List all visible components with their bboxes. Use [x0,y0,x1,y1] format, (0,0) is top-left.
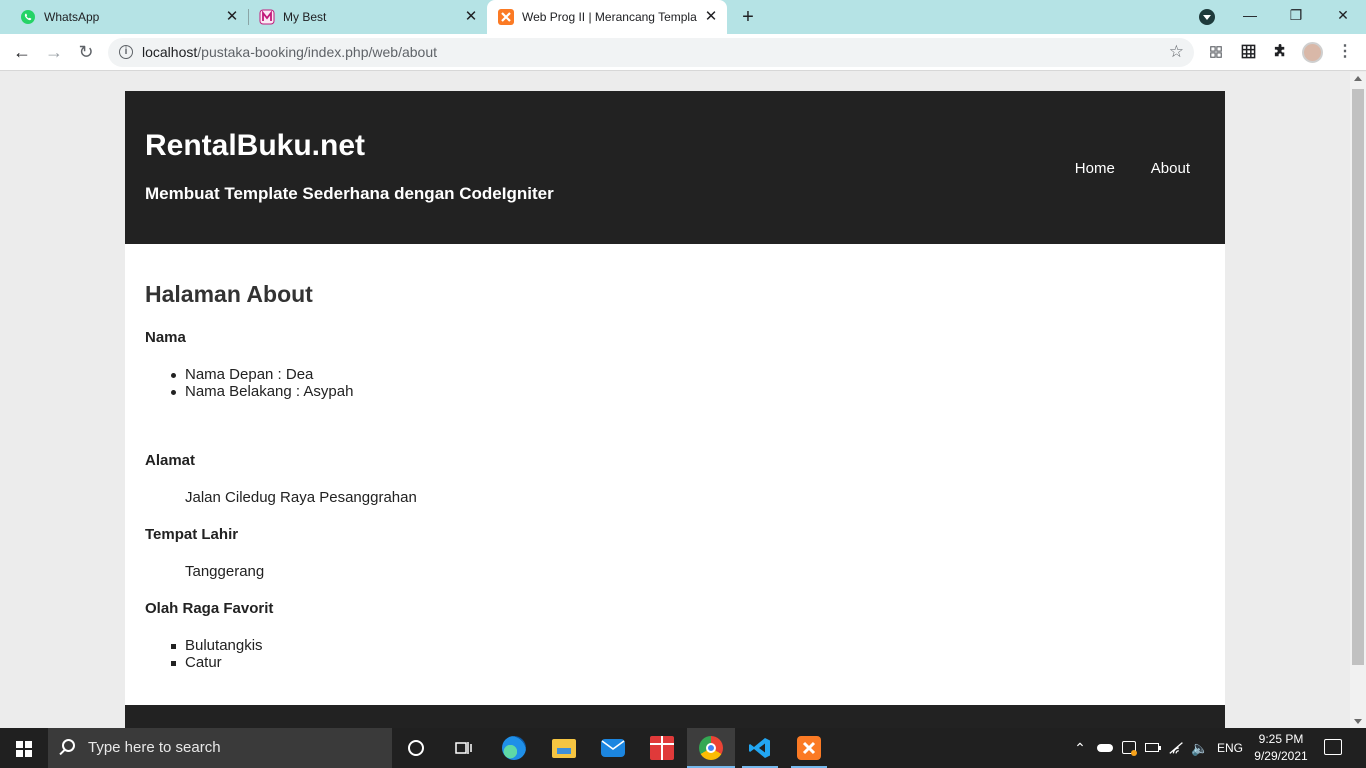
battery-icon[interactable] [1142,728,1164,768]
site-subtitle: Membuat Template Sederhana dengan CodeIg… [145,184,554,203]
close-window-button[interactable]: ✕ [1320,0,1366,30]
forward-icon[interactable]: → [42,40,66,64]
scroll-down-icon[interactable] [1354,719,1362,724]
system-clock[interactable]: 9:25 PM 9/29/2021 [1248,731,1314,765]
volume-icon[interactable]: 🔈 [1189,728,1211,768]
olahraga-label: Olah Raga Favorit [145,600,274,617]
url-path: /pustaka-booking/index.php/web/about [197,44,437,60]
mail-icon[interactable] [589,728,637,768]
tab-my-best[interactable]: My Best ✕ [239,0,487,34]
onedrive-icon[interactable] [1094,728,1116,768]
browser-menu-icon[interactable]: ⋮ [1337,42,1353,62]
search-icon [62,739,75,752]
url-host: localhost [142,44,198,60]
list-item: Nama Belakang : Asypah [170,383,354,400]
language-indicator[interactable]: ENG [1214,728,1246,768]
site-title: RentalBuku.net [145,129,366,162]
clock-time: 9:25 PM [1258,732,1304,746]
tab-strip: WhatsApp ✕ My Best ✕ Web Prog II | Meran… [0,0,1366,34]
security-icon[interactable] [1118,728,1140,768]
tempat-lahir-value: Tanggerang [185,563,265,580]
edge-icon[interactable] [490,728,538,768]
wifi-icon[interactable] [1166,728,1188,768]
nav-home-link[interactable]: Home [1075,160,1115,177]
alamat-label: Alamat [145,452,196,469]
page-viewport: RentalBuku.net Membuat Template Sederhan… [0,72,1350,728]
xampp-taskbar-icon[interactable] [785,728,833,768]
taskbar: Type here to search ⌃ 🔈 ENG 9:25 PM 9/29… [0,728,1366,768]
scrollbar-thumb[interactable] [1352,89,1364,665]
gift-icon[interactable] [638,728,686,768]
cortana-icon[interactable] [392,728,440,768]
windows-logo-icon [16,741,32,757]
tab-title: Web Prog II | Merancang Templa [522,10,697,24]
page-title: Halaman About [145,281,313,307]
site-header: RentalBuku.net Membuat Template Sederhan… [125,91,1225,244]
restore-button[interactable]: ❐ [1273,0,1319,30]
start-button[interactable] [0,728,48,768]
close-icon[interactable]: ✕ [463,9,479,25]
alamat-value: Jalan Ciledug Raya Pesanggrahan [185,489,417,506]
clock-date: 9/29/2021 [1254,749,1308,763]
tab-web-prog[interactable]: Web Prog II | Merancang Templa ✕ [487,0,727,34]
tray-overflow-icon[interactable]: ⌃ [1070,728,1090,768]
search-placeholder: Type here to search [88,739,221,756]
tab-title: My Best [283,10,327,24]
browser-toolbar: ← → ↻ i localhost/pustaka-booking/index.… [0,34,1366,71]
my-best-icon [259,9,275,25]
extensions-puzzle-icon[interactable] [1271,43,1289,61]
scroll-up-icon[interactable] [1354,76,1362,81]
xampp-icon [498,9,514,25]
close-icon[interactable]: ✕ [224,9,240,25]
list-item: Catur [171,654,263,671]
back-icon[interactable]: ← [10,40,34,64]
taskbar-search[interactable]: Type here to search [48,728,392,768]
close-icon[interactable]: ✕ [703,9,719,25]
nama-label: Nama [145,329,186,346]
olahraga-list: Bulutangkis Catur [171,637,263,671]
notification-center-icon[interactable] [1324,739,1342,755]
file-explorer-icon[interactable] [540,728,588,768]
page-scrollbar[interactable] [1350,72,1366,728]
url-text[interactable]: localhost/pustaka-booking/index.php/web/… [142,38,437,67]
profile-avatar[interactable] [1302,42,1323,63]
list-item: Nama Depan : Dea [170,366,353,383]
main-content: Halaman About Nama Nama Depan : Dea Nama… [125,244,1225,705]
bookmark-star-icon[interactable]: ☆ [1169,42,1184,62]
new-tab-button[interactable]: + [738,7,758,27]
reload-icon[interactable]: ↻ [74,40,98,64]
tab-whatsapp[interactable]: WhatsApp ✕ [0,0,248,34]
tab-title: WhatsApp [44,10,100,24]
minimize-button[interactable]: — [1227,0,1273,30]
apps-grid-icon[interactable] [1207,43,1225,61]
list-item: Bulutangkis [171,637,263,654]
nav-about-link[interactable]: About [1151,160,1190,177]
task-view-icon[interactable] [440,728,488,768]
chrome-icon[interactable] [687,728,735,768]
tempat-lahir-label: Tempat Lahir [145,526,239,543]
site-info-icon[interactable]: i [119,45,133,59]
nama-list: Nama Depan : Dea Nama Belakang : Asypah [170,366,354,400]
tab-search-icon[interactable] [1199,9,1215,25]
site-footer [125,705,1225,728]
whatsapp-icon [21,10,35,24]
table-extension-icon[interactable] [1239,43,1257,61]
address-bar[interactable]: i localhost/pustaka-booking/index.php/we… [108,38,1194,67]
vscode-icon[interactable] [736,728,784,768]
site-nav: Home About [1075,160,1190,177]
